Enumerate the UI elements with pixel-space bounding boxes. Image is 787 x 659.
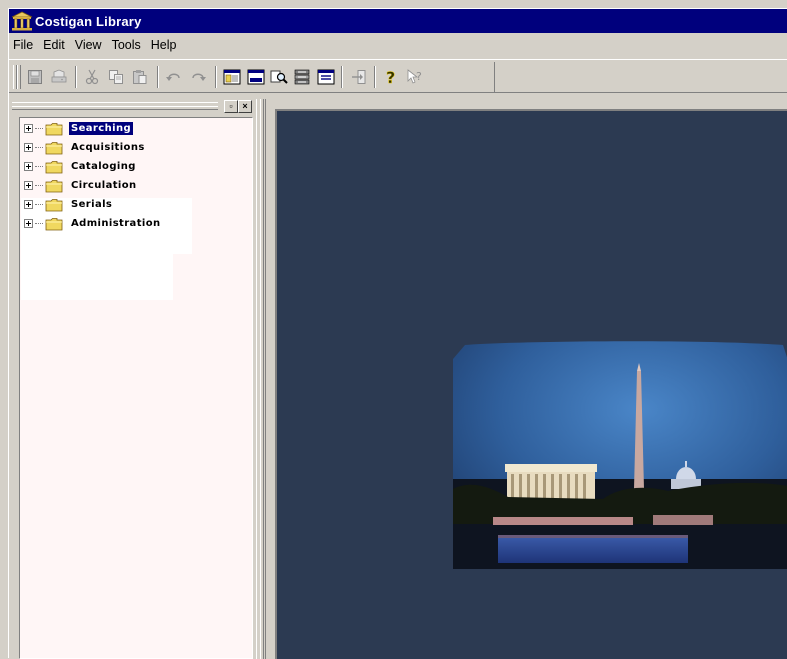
form-window-icon [247,69,265,85]
print-icon [51,69,67,83]
undo-button[interactable] [163,67,185,87]
navigator-window-button[interactable] [221,67,243,87]
save-button[interactable] [24,67,46,87]
context-help-button[interactable]: ? [404,67,426,87]
panel-splitter[interactable] [256,99,266,659]
undo-icon [166,73,180,81]
copy-button[interactable] [105,67,127,87]
menu-bar: File Edit View Tools Help [9,35,787,55]
navigator-window-icon [223,69,241,85]
copy-icon [109,70,123,84]
window-title: Costigan Library [35,13,142,29]
tree-label: Cataloging [71,161,136,172]
expand-plus-icon[interactable] [24,124,33,133]
toolbar: ? ? [9,59,787,93]
records-window-button[interactable] [291,67,313,87]
tree-item-administration[interactable]: Administration [24,214,163,233]
paste-icon [133,70,147,84]
tree-connector [35,203,43,206]
tree-connector [35,184,43,187]
folder-icon [45,217,63,230]
folder-icon [45,160,63,173]
tree-label: Serials [71,199,113,210]
menu-tools[interactable]: Tools [107,36,146,54]
folder-icon [45,179,63,192]
expand-plus-icon[interactable] [24,181,33,190]
panel-drag-grip-2[interactable] [12,106,218,110]
list-window-button[interactable] [315,67,337,87]
splitter-handle[interactable] [260,99,264,659]
paste-button[interactable] [129,67,151,87]
tree-connector [35,146,43,149]
panel-restore-button[interactable]: ▫ [224,100,238,113]
expand-plus-icon[interactable] [24,143,33,152]
search-window-button[interactable] [268,67,290,87]
library-building-icon [11,11,33,31]
close-icon: × [242,101,248,111]
print-button[interactable] [48,67,70,87]
tree-label: Searching [69,122,134,135]
expand-plus-icon[interactable] [24,200,33,209]
washington-dc-splash-image [453,341,787,569]
menu-edit[interactable]: Edit [38,36,70,54]
tree-white-area-2 [170,198,192,254]
folder-icon [45,198,63,211]
toolbar-separator [374,66,376,88]
form-window-button[interactable] [245,67,267,87]
tree-label: Acquisitions [71,142,145,153]
folder-icon [45,122,63,135]
toolbar-grip-2[interactable] [17,65,21,89]
expand-plus-icon[interactable] [24,162,33,171]
application-window: Costigan Library File Edit View Tools He… [8,8,787,659]
tree-item-cataloging[interactable]: Cataloging [24,157,138,176]
tree-connector [35,127,43,130]
title-bar[interactable]: Costigan Library [9,9,787,33]
folder-icon [45,141,63,154]
exit-button[interactable] [348,67,370,87]
exit-icon [352,70,366,84]
menu-file[interactable]: File [9,36,38,54]
toolbar-separator [75,66,77,88]
tree-item-serials[interactable]: Serials [24,195,114,214]
redo-button[interactable] [187,67,209,87]
records-window-icon [294,69,310,85]
menu-help[interactable]: Help [146,36,182,54]
toolbar-separator [341,66,343,88]
cut-icon [85,69,99,85]
context-help-icon: ? [407,69,422,84]
redo-icon [192,73,206,81]
list-window-icon [317,69,335,85]
toolbar-separator [215,66,217,88]
menu-view[interactable]: View [70,36,107,54]
toolbar-band: ? ? [11,62,495,92]
tree-item-circulation[interactable]: Circulation [24,176,139,195]
navigator-tree: Searching Acquisitions Cataloging Circul… [19,117,253,659]
svg-text:?: ? [416,70,422,83]
tree-item-acquisitions[interactable]: Acquisitions [24,138,147,157]
cut-button[interactable] [81,67,103,87]
tree-item-searching[interactable]: Searching [24,119,134,138]
tree-connector [35,222,43,225]
toolbar-separator [157,66,159,88]
save-icon [28,70,42,84]
tree-label: Administration [71,218,161,229]
help-button[interactable]: ? [380,67,402,87]
panel-close-button[interactable]: × [238,100,252,113]
navigator-panel-header: ▫ × [12,99,252,115]
svg-text:?: ? [386,68,395,86]
help-icon: ? [386,68,396,86]
workspace-area [275,109,787,659]
search-window-icon [270,70,288,84]
tree-label: Circulation [71,180,137,191]
expand-plus-icon[interactable] [24,219,33,228]
restore-icon: ▫ [229,101,233,111]
tree-connector [35,165,43,168]
